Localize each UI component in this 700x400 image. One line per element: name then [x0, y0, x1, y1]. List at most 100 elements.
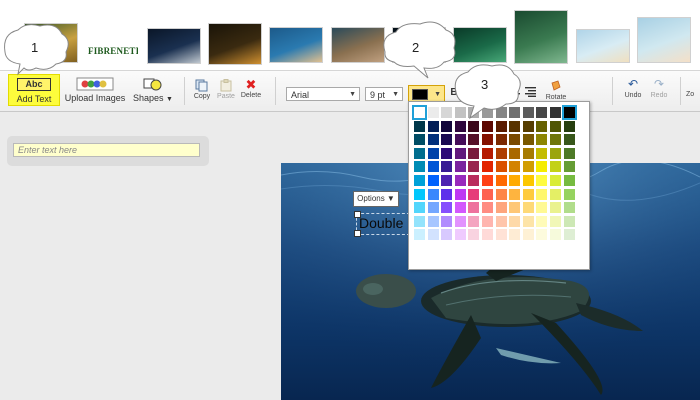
color-swatch[interactable]	[454, 161, 466, 173]
redo-button[interactable]: ↷ Redo	[646, 77, 672, 107]
color-swatch[interactable]	[536, 188, 548, 200]
font-size-select[interactable]: 9 pt ▼	[365, 87, 403, 101]
color-swatch[interactable]	[509, 134, 521, 146]
color-swatch[interactable]	[441, 188, 453, 200]
color-swatch[interactable]	[427, 175, 439, 186]
align-center-button[interactable]	[508, 87, 520, 99]
color-swatch[interactable]	[414, 202, 425, 214]
color-swatch[interactable]	[495, 229, 507, 241]
color-swatch[interactable]	[563, 147, 575, 159]
thumbnail-image[interactable]	[331, 27, 385, 63]
color-swatch[interactable]	[509, 161, 521, 173]
text-color-picker-button[interactable]: ▼	[408, 85, 445, 102]
thumbnail-image[interactable]	[453, 27, 507, 63]
color-swatch[interactable]	[522, 161, 534, 173]
color-swatch[interactable]	[509, 202, 521, 214]
color-swatch[interactable]	[563, 215, 575, 227]
color-swatch[interactable]	[495, 215, 507, 227]
color-swatch[interactable]	[563, 120, 575, 132]
canvas-options-button[interactable]: Options ▼	[353, 191, 399, 207]
color-swatch[interactable]	[414, 134, 425, 146]
color-swatch[interactable]	[427, 229, 439, 241]
color-swatch[interactable]	[441, 215, 453, 227]
color-swatch[interactable]	[563, 175, 575, 186]
color-swatch[interactable]	[414, 215, 425, 227]
color-swatch[interactable]	[522, 134, 534, 146]
color-swatch[interactable]	[427, 107, 439, 118]
color-swatch[interactable]	[468, 107, 480, 118]
color-swatch[interactable]	[441, 107, 453, 118]
color-swatch[interactable]	[482, 134, 493, 146]
color-swatch[interactable]	[509, 215, 521, 227]
color-swatch[interactable]	[561, 105, 577, 120]
color-swatch[interactable]	[427, 215, 439, 227]
color-swatch[interactable]	[536, 120, 548, 132]
color-swatch[interactable]	[495, 147, 507, 159]
color-swatch[interactable]	[536, 202, 548, 214]
thumbnail-image[interactable]	[147, 28, 201, 64]
color-swatch[interactable]	[509, 147, 521, 159]
color-swatch[interactable]	[495, 202, 507, 214]
thumbnail-image[interactable]	[208, 23, 262, 65]
color-swatch[interactable]	[441, 134, 453, 146]
color-swatch[interactable]	[468, 175, 480, 186]
copy-button[interactable]: Copy	[190, 77, 214, 107]
color-swatch[interactable]	[550, 107, 561, 118]
color-swatch[interactable]	[454, 120, 466, 132]
color-swatch[interactable]	[550, 120, 561, 132]
color-swatch[interactable]	[468, 120, 480, 132]
enter-text-input[interactable]	[13, 143, 200, 157]
color-swatch[interactable]	[427, 202, 439, 214]
color-swatch[interactable]	[550, 161, 561, 173]
color-swatch[interactable]	[563, 229, 575, 241]
align-right-button[interactable]	[524, 87, 536, 99]
paste-button[interactable]: Paste	[214, 77, 238, 107]
undo-button[interactable]: ↶ Undo	[620, 77, 646, 107]
color-swatch[interactable]	[482, 175, 493, 186]
shapes-button[interactable]: Shapes ▼	[132, 75, 174, 107]
color-swatch[interactable]	[454, 175, 466, 186]
color-swatch[interactable]	[441, 161, 453, 173]
resize-handle[interactable]	[354, 230, 361, 237]
color-swatch[interactable]	[550, 202, 561, 214]
color-swatch[interactable]	[522, 215, 534, 227]
thumbnail-image[interactable]	[514, 10, 568, 64]
color-swatch[interactable]	[482, 188, 493, 200]
color-swatch[interactable]	[495, 175, 507, 186]
color-swatch[interactable]	[495, 161, 507, 173]
color-swatch[interactable]	[550, 188, 561, 200]
color-swatch[interactable]	[468, 188, 480, 200]
color-swatch[interactable]	[468, 161, 480, 173]
delete-button[interactable]: ✖ Delete	[238, 77, 264, 107]
color-swatch[interactable]	[454, 202, 466, 214]
color-swatch[interactable]	[563, 161, 575, 173]
color-swatch[interactable]	[495, 188, 507, 200]
resize-handle[interactable]	[354, 211, 361, 218]
color-swatch[interactable]	[427, 161, 439, 173]
selected-text-object[interactable]: Double	[354, 211, 410, 237]
color-swatch[interactable]	[441, 147, 453, 159]
color-swatch[interactable]	[454, 107, 466, 118]
bold-button[interactable]: B	[450, 87, 458, 101]
color-swatch[interactable]	[536, 175, 548, 186]
thumbnail-image[interactable]	[269, 27, 323, 63]
color-swatch[interactable]	[468, 215, 480, 227]
color-swatch[interactable]	[454, 134, 466, 146]
color-swatch[interactable]	[482, 161, 493, 173]
color-swatch[interactable]	[441, 175, 453, 186]
color-swatch[interactable]	[495, 107, 507, 118]
color-swatch[interactable]	[414, 161, 425, 173]
color-swatch[interactable]	[509, 188, 521, 200]
color-swatch[interactable]	[414, 175, 425, 186]
color-swatch[interactable]	[454, 147, 466, 159]
color-swatch[interactable]	[427, 134, 439, 146]
color-swatch[interactable]	[482, 120, 493, 132]
color-swatch[interactable]	[414, 229, 425, 241]
zoom-button[interactable]: Zo	[686, 91, 700, 105]
color-swatch[interactable]	[468, 229, 480, 241]
color-swatch[interactable]	[509, 120, 521, 132]
thumbnail-image[interactable]	[637, 17, 691, 63]
color-swatch[interactable]	[468, 202, 480, 214]
color-swatch[interactable]	[495, 134, 507, 146]
color-swatch[interactable]	[454, 188, 466, 200]
